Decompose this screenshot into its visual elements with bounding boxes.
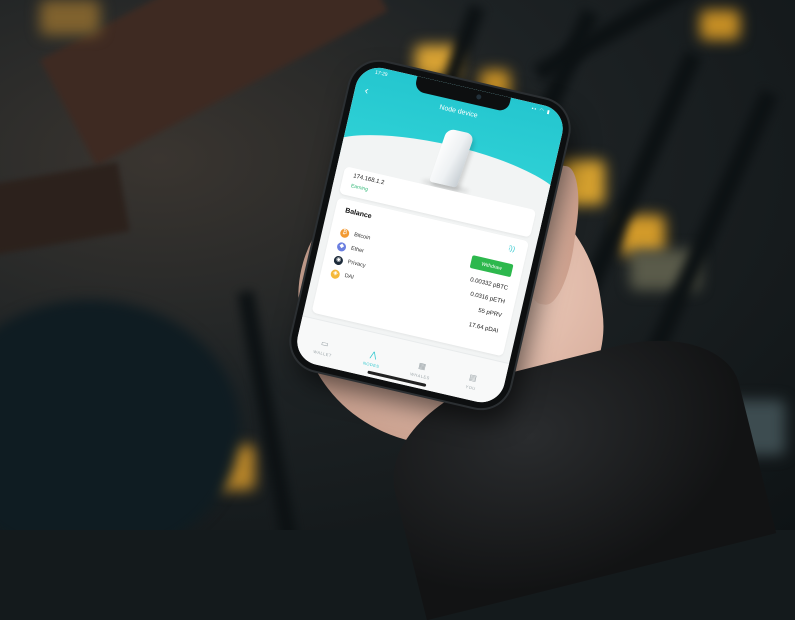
coin-name: Ether	[350, 245, 365, 255]
shadow	[0, 300, 240, 530]
coin-name: Privacy	[347, 259, 367, 270]
coin-name: Bitcoin	[353, 231, 371, 242]
light-spot	[700, 10, 740, 40]
dai-icon: ◈	[329, 268, 341, 280]
railing-bar	[237, 290, 299, 530]
status-icons: ▪▪ ◠ ▮	[530, 105, 552, 116]
light-spot	[40, 0, 100, 35]
amount-bitcoin: 0.00332 pBTC	[469, 277, 509, 292]
nav-item-you[interactable]: ▤ YOU	[451, 369, 494, 395]
status-time: 17:29	[374, 69, 389, 79]
ether-icon: ◆	[336, 241, 347, 253]
amount-dai: 17.64 pDAI	[468, 322, 499, 335]
privacy-icon: ◉	[333, 255, 344, 266]
withdraw-button[interactable]: Withdraw	[469, 255, 514, 278]
balance-title: Balance	[344, 207, 373, 221]
wooden-beam	[0, 162, 130, 259]
node-status: Earning	[350, 183, 369, 193]
camera-icon	[475, 93, 482, 100]
bitcoin-icon: ₿	[339, 227, 351, 239]
nav-item-wallet[interactable]: ▭ WALLET	[303, 335, 346, 361]
amount-ether: 0.0316 pETH	[469, 291, 506, 306]
signal-icon[interactable]: ⦙))	[508, 245, 516, 254]
amount-privacy: 55 pPRV	[477, 307, 503, 320]
coin-name: DAI	[343, 272, 355, 281]
nav-item-nodes[interactable]: ⋀ NODES	[351, 346, 394, 372]
